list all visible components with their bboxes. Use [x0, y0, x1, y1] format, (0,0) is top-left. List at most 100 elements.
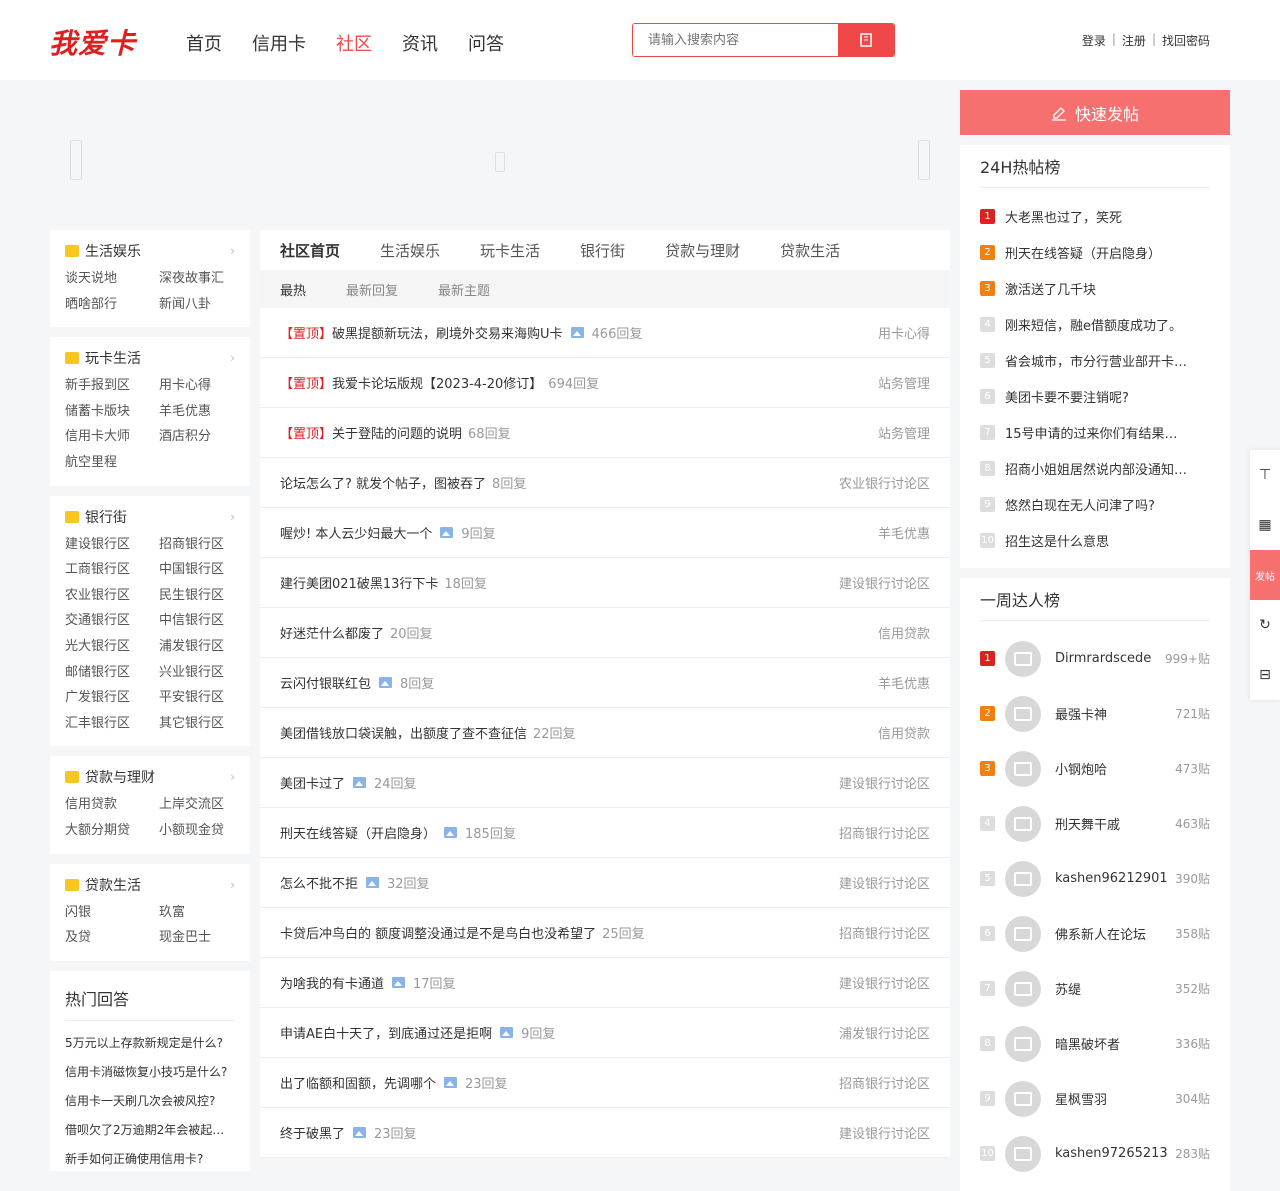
post-row[interactable]: 为啥我的有卡通道 17回复 建设银行讨论区 — [260, 958, 950, 1008]
nav-item[interactable]: 信用卡 — [252, 30, 306, 56]
hot-post-item[interactable]: 3 激活送了几千块 — [980, 270, 1210, 306]
user-name[interactable]: 苏缇 — [1055, 979, 1081, 998]
hot-post-title[interactable]: 15号申请的过来你们有结果了吗 — [1005, 423, 1190, 442]
nav-item[interactable]: 资讯 — [402, 30, 438, 56]
category-link[interactable]: 玖富 — [159, 902, 239, 924]
user-name[interactable]: 小钢炮哈 — [1055, 759, 1107, 778]
post-row[interactable]: 出了临额和固额，先调哪个 23回复 招商银行讨论区 — [260, 1058, 950, 1108]
sort-tab[interactable]: 最新主题 — [438, 280, 490, 299]
talent-item[interactable]: 9 星枫雪羽 304贴 — [980, 1071, 1210, 1126]
category-link[interactable]: 汇丰银行区 — [65, 713, 159, 735]
category-link[interactable]: 羊毛优惠 — [159, 401, 239, 423]
post-category[interactable]: 羊毛优惠 — [878, 523, 930, 542]
category-header[interactable]: 贷款与理财 › — [65, 766, 235, 788]
avatar[interactable] — [1005, 915, 1041, 952]
category-link[interactable]: 民生银行区 — [159, 585, 239, 607]
category-link[interactable]: 信用贷款 — [65, 794, 159, 816]
category-link[interactable]: 航空里程 — [65, 452, 159, 474]
hot-post-item[interactable]: 10 招生这是什么意思 — [980, 522, 1210, 558]
category-link[interactable]: 深夜故事汇 — [159, 268, 239, 290]
post-title[interactable]: 为啥我的有卡通道 — [280, 973, 384, 992]
talent-item[interactable]: 4 刑天舞干戚 463贴 — [980, 796, 1210, 851]
hot-post-item[interactable]: 2 刑天在线答疑（开启隐身） — [980, 234, 1210, 270]
nav-item[interactable]: 社区 — [336, 30, 372, 56]
category-link[interactable]: 平安银行区 — [159, 687, 239, 709]
forum-tab[interactable]: 贷款与理财 — [665, 240, 740, 261]
post-row[interactable]: 怎么不批不拒 32回复 建设银行讨论区 — [260, 858, 950, 908]
hot-post-title[interactable]: 美团卡要不要注销呢? — [1005, 387, 1190, 406]
register-link[interactable]: 注册 — [1122, 32, 1146, 49]
category-link[interactable]: 酒店积分 — [159, 426, 239, 448]
hot-post-title[interactable]: 悠然白现在无人问津了吗? — [1005, 495, 1190, 514]
post-category[interactable]: 建设银行讨论区 — [839, 973, 930, 992]
hot-answer-item[interactable]: 信用卡一天刷几次会被风控? — [65, 1087, 235, 1116]
quick-post-button[interactable]: 快速发帖 — [960, 90, 1230, 135]
post-category[interactable]: 站务管理 — [878, 373, 930, 392]
category-link[interactable]: 新闻八卦 — [159, 294, 239, 316]
sort-tab[interactable]: 最新回复 — [346, 280, 398, 299]
carousel-next-icon[interactable] — [918, 140, 930, 180]
avatar[interactable] — [1005, 1135, 1041, 1172]
category-link[interactable]: 储蓄卡版块 — [65, 401, 159, 423]
category-link[interactable]: 建设银行区 — [65, 534, 159, 556]
talent-item[interactable]: 1 Dirmrardscede 999+贴 — [980, 631, 1210, 686]
post-title[interactable]: 破黑提额新玩法，刷境外交易来海购U卡 — [332, 323, 563, 342]
post-row[interactable]: 喔炒! 本人云少妇最大一个 9回复 羊毛优惠 — [260, 508, 950, 558]
hot-post-item[interactable]: 1 大老黑也过了，笑死 — [980, 198, 1210, 234]
hot-post-item[interactable]: 9 悠然白现在无人问津了吗? — [980, 486, 1210, 522]
nav-item[interactable]: 问答 — [468, 30, 504, 56]
post-title[interactable]: 出了临额和固额，先调哪个 — [280, 1073, 436, 1092]
post-category[interactable]: 建设银行讨论区 — [839, 573, 930, 592]
user-name[interactable]: 星枫雪羽 — [1055, 1089, 1107, 1108]
post-title[interactable]: 申请AE白十天了，到底通过还是拒啊 — [280, 1023, 492, 1042]
post-category[interactable]: 招商银行讨论区 — [839, 823, 930, 842]
top-icon[interactable]: ⊤ — [1250, 450, 1280, 500]
post-row[interactable]: 好迷茫什么都废了 20回复 信用贷款 — [260, 608, 950, 658]
hot-answer-item[interactable]: 5万元以上存款新规定是什么? — [65, 1029, 235, 1058]
post-category[interactable]: 站务管理 — [878, 423, 930, 442]
post-row[interactable]: 终于破黑了 23回复 建设银行讨论区 — [260, 1108, 950, 1158]
forum-tab[interactable]: 银行街 — [580, 240, 625, 261]
category-link[interactable]: 兴业银行区 — [159, 662, 239, 684]
forum-tab[interactable]: 生活娱乐 — [380, 240, 440, 261]
search-input[interactable] — [633, 24, 838, 56]
talent-item[interactable]: 8 暗黑破坏者 336贴 — [980, 1016, 1210, 1071]
talent-item[interactable]: 3 小钢炮哈 473贴 — [980, 741, 1210, 796]
user-name[interactable]: 刑天舞干戚 — [1055, 814, 1120, 833]
user-name[interactable]: 最强卡神 — [1055, 704, 1107, 723]
qrcode-icon[interactable]: ▦ — [1250, 500, 1280, 550]
user-name[interactable]: 暗黑破坏者 — [1055, 1034, 1120, 1053]
post-title[interactable]: 我爱卡论坛版规【2023-4-20修订】 — [332, 373, 542, 392]
category-link[interactable]: 交通银行区 — [65, 610, 159, 632]
forum-tab[interactable]: 社区首页 — [280, 240, 340, 261]
category-link[interactable]: 招商银行区 — [159, 534, 239, 556]
talent-item[interactable]: 5 kashen96212901 390贴 — [980, 851, 1210, 906]
post-title[interactable]: 云闪付银联红包 — [280, 673, 371, 692]
hot-post-title[interactable]: 刑天在线答疑（开启隐身） — [1005, 243, 1190, 262]
login-link[interactable]: 登录 — [1082, 32, 1106, 49]
category-link[interactable]: 谈天说地 — [65, 268, 159, 290]
hot-post-item[interactable]: 7 15号申请的过来你们有结果了吗 — [980, 414, 1210, 450]
hot-answer-item[interactable]: 信用卡消磁恢复小技巧是什么? — [65, 1058, 235, 1087]
category-header[interactable]: 生活娱乐 › — [65, 240, 235, 262]
forum-tab[interactable]: 贷款生活 — [780, 240, 840, 261]
category-link[interactable]: 中国银行区 — [159, 559, 239, 581]
refresh-icon[interactable]: ↻ — [1250, 600, 1280, 650]
category-link[interactable]: 闪银 — [65, 902, 159, 924]
category-header[interactable]: 银行街 › — [65, 506, 235, 528]
post-category[interactable]: 招商银行讨论区 — [839, 923, 930, 942]
post-row[interactable]: 建行美团021破黑13行下卡 18回复 建设银行讨论区 — [260, 558, 950, 608]
hot-post-title[interactable]: 招商小姐姐居然说内部没通知降额 — [1005, 459, 1190, 478]
category-link[interactable]: 广发银行区 — [65, 687, 159, 709]
category-link[interactable]: 现金巴士 — [159, 927, 239, 949]
post-category[interactable]: 招商银行讨论区 — [839, 1073, 930, 1092]
category-link[interactable]: 浦发银行区 — [159, 636, 239, 658]
post-row[interactable]: 卡贷后冲鸟白的 额度调整没通过是不是鸟白也没希望了 25回复 招商银行讨论区 — [260, 908, 950, 958]
category-link[interactable]: 光大银行区 — [65, 636, 159, 658]
category-link[interactable]: 晒啥部行 — [65, 294, 159, 316]
hot-answer-item[interactable]: 新手如何正确使用信用卡? — [65, 1145, 235, 1174]
category-link[interactable]: 其它银行区 — [159, 713, 239, 735]
avatar[interactable] — [1005, 1080, 1041, 1117]
post-category[interactable]: 建设银行讨论区 — [839, 873, 930, 892]
post-row[interactable]: 【置顶】 我爱卡论坛版规【2023-4-20修订】 694回复 站务管理 — [260, 358, 950, 408]
